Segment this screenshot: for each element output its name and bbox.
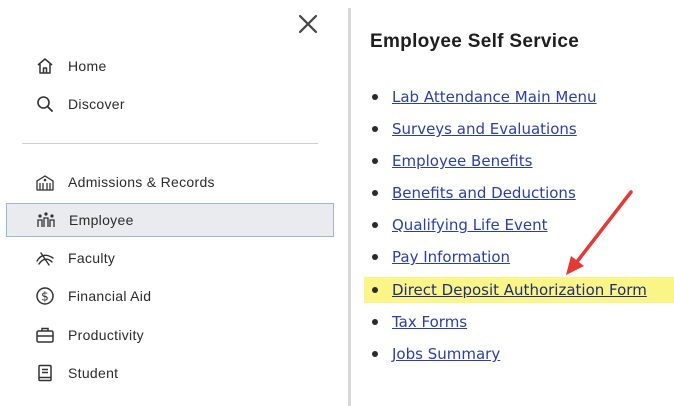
faculty-icon <box>34 247 56 269</box>
bullet <box>372 287 378 293</box>
sidebar-divider <box>22 143 318 144</box>
close-icon <box>298 14 318 34</box>
list-item: Pay Information <box>366 244 510 270</box>
list-item: Surveys and Evaluations <box>366 116 577 142</box>
nav-item-student[interactable]: Student <box>6 356 334 390</box>
book-icon <box>34 362 56 384</box>
employee-icon <box>35 209 57 231</box>
link-direct-deposit-authorization-form[interactable]: Direct Deposit Authorization Form <box>392 281 647 299</box>
link-qualifying-life-event[interactable]: Qualifying Life Event <box>392 216 547 234</box>
nav-item-label: Discover <box>68 96 125 112</box>
nav-item-label: Employee <box>69 212 134 228</box>
link-pay-information[interactable]: Pay Information <box>392 248 510 266</box>
briefcase-icon <box>34 324 56 346</box>
bullet <box>372 94 378 100</box>
main-panel: Employee Self Service Lab Attendance Mai… <box>352 0 674 406</box>
sidebar: Home Discover Admissions & Records Emplo… <box>0 0 348 406</box>
list-item: Lab Attendance Main Menu <box>366 84 597 110</box>
search-icon <box>34 93 56 115</box>
admissions-icon <box>34 171 56 193</box>
bullet <box>372 254 378 260</box>
link-jobs-summary[interactable]: Jobs Summary <box>392 345 500 363</box>
nav-item-productivity[interactable]: Productivity <box>6 318 334 352</box>
bullet <box>372 126 378 132</box>
nav-item-label: Faculty <box>68 250 116 266</box>
list-item: Tax Forms <box>366 309 467 335</box>
nav-item-label: Financial Aid <box>68 288 152 304</box>
nav-item-employee[interactable]: Employee <box>6 203 334 237</box>
nav-item-faculty[interactable]: Faculty <box>6 241 334 275</box>
close-button[interactable] <box>296 12 320 36</box>
link-surveys-and-evaluations[interactable]: Surveys and Evaluations <box>392 120 577 138</box>
nav-item-label: Productivity <box>68 327 144 343</box>
bullet <box>372 319 378 325</box>
svg-text:$: $ <box>41 289 49 303</box>
page-title: Employee Self Service <box>370 31 580 52</box>
home-icon <box>34 55 56 77</box>
list-item: Qualifying Life Event <box>366 212 547 238</box>
bullet <box>372 190 378 196</box>
link-tax-forms[interactable]: Tax Forms <box>392 313 467 331</box>
nav-item-label: Home <box>68 58 107 74</box>
dollar-icon: $ <box>34 285 56 307</box>
bullet <box>372 222 378 228</box>
nav-item-label: Admissions & Records <box>68 174 215 190</box>
link-employee-benefits[interactable]: Employee Benefits <box>392 152 532 170</box>
nav-item-discover[interactable]: Discover <box>6 87 334 121</box>
link-lab-attendance-main-menu[interactable]: Lab Attendance Main Menu <box>392 88 597 106</box>
link-benefits-and-deductions[interactable]: Benefits and Deductions <box>392 184 576 202</box>
list-item: Benefits and Deductions <box>366 180 576 206</box>
list-item: Jobs Summary <box>366 341 500 367</box>
panel-divider <box>348 8 351 406</box>
nav-item-admissions-records[interactable]: Admissions & Records <box>6 165 334 199</box>
nav-item-label: Student <box>68 365 119 381</box>
bullet <box>372 158 378 164</box>
nav-item-financial-aid[interactable]: $ Financial Aid <box>6 279 334 313</box>
bullet <box>372 351 378 357</box>
highlighted-list-item: Direct Deposit Authorization Form <box>364 277 674 303</box>
list-item: Employee Benefits <box>366 148 532 174</box>
nav-item-home[interactable]: Home <box>6 49 334 83</box>
